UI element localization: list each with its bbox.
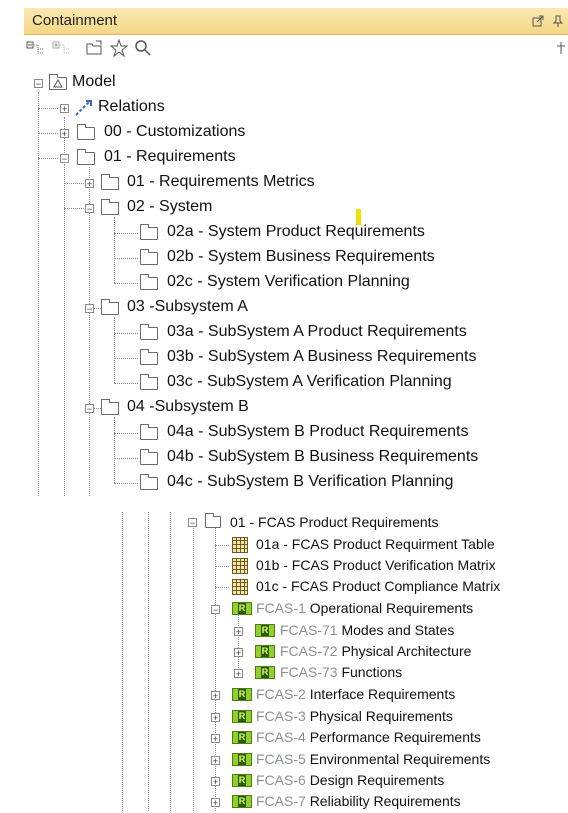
expand-toggle[interactable]: +: [234, 669, 243, 679]
expand-toggle[interactable]: +: [60, 104, 69, 114]
panel-title: Containment: [32, 12, 118, 29]
tree-label: 03 -Subsystem A: [127, 298, 248, 315]
folder-icon: [101, 299, 119, 315]
relations-icon: [74, 99, 94, 122]
tree-label: FCAS-1 Operational Requirements: [256, 600, 474, 616]
expand-toggle[interactable]: +: [211, 691, 220, 701]
requirement-icon: R: [232, 753, 252, 766]
containment-panel: Containment − Model + Relations + 00 - C…: [0, 0, 568, 496]
tree-label: 01b - FCAS Product Verification Matrix: [256, 557, 496, 573]
collapse-toggle[interactable]: −: [188, 518, 197, 528]
folder-icon: [140, 374, 158, 390]
expand-toggle[interactable]: +: [211, 798, 220, 808]
table-icon: [232, 537, 248, 553]
collapse-toggle[interactable]: −: [34, 79, 43, 89]
requirement-icon: R: [232, 688, 252, 701]
model-icon: [49, 74, 67, 90]
tree-label: Relations: [98, 98, 165, 115]
requirement-icon: R: [255, 666, 275, 679]
tree-label: FCAS-6 Design Requirements: [256, 772, 445, 788]
tree-label: 02 - System: [127, 198, 213, 215]
tree-label: 04 -Subsystem B: [127, 398, 249, 415]
table-icon: [232, 579, 248, 595]
folder-icon: [77, 124, 95, 140]
open-folder-icon[interactable]: [86, 39, 104, 57]
folder-icon: [140, 224, 158, 240]
tree-label: FCAS-7 Reliability Requirements: [256, 793, 461, 809]
panel-titlebar: Containment: [24, 8, 568, 35]
text-cursor: [356, 209, 361, 225]
collapse-toggle[interactable]: −: [211, 605, 220, 615]
undock-icon[interactable]: [532, 14, 544, 27]
expand-toggle[interactable]: +: [211, 777, 220, 787]
tree-label: FCAS-4 Performance Requirements: [256, 729, 481, 745]
folder-icon: [101, 199, 119, 215]
expand-toggle[interactable]: +: [211, 734, 220, 744]
folder-icon: [140, 324, 158, 340]
tree-label: Model: [72, 73, 116, 90]
folder-icon: [140, 274, 158, 290]
tree-label: 00 - Customizations: [104, 123, 246, 140]
tree-label: 02a - System Product Requirements: [167, 223, 425, 240]
tree-label: 02c - System Verification Planning: [167, 273, 410, 290]
requirement-icon: R: [232, 731, 252, 744]
requirement-icon: R: [232, 774, 252, 787]
expand-toggle[interactable]: +: [85, 179, 94, 189]
folder-icon: [140, 424, 158, 440]
tree-label: 01 - Requirements: [104, 148, 236, 165]
expand-toggle[interactable]: +: [60, 129, 69, 139]
collapse-all-icon[interactable]: [26, 39, 44, 57]
tree-label: 03c - SubSystem A Verification Planning: [167, 373, 452, 390]
tree-label: 02b - System Business Requirements: [167, 248, 435, 265]
tree-label: 04c - SubSystem B Verification Planning: [167, 473, 454, 490]
folder-icon: [140, 249, 158, 265]
tree-label: 01 - FCAS Product Requirements: [230, 514, 439, 530]
expand-toggle[interactable]: +: [234, 627, 243, 637]
folder-icon: [205, 513, 221, 528]
folder-icon: [140, 474, 158, 490]
tree-label: 04b - SubSystem B Business Requirements: [167, 448, 479, 465]
requirement-icon: R: [232, 710, 252, 723]
tree-label: 01a - FCAS Product Requirment Table: [256, 536, 495, 552]
expand-toggle[interactable]: +: [234, 648, 243, 658]
search-icon[interactable]: [134, 39, 152, 57]
collapse-toggle[interactable]: −: [85, 404, 94, 414]
table-icon: [232, 558, 248, 574]
tree-label: 01 - Requirements Metrics: [127, 173, 315, 190]
tree-label: FCAS-73 Functions: [280, 664, 403, 680]
tree-toolbar: [24, 35, 568, 61]
requirement-icon: R: [255, 624, 275, 637]
expand-all-icon[interactable]: [52, 39, 70, 57]
pin-icon[interactable]: [552, 14, 564, 27]
star-icon[interactable]: [109, 38, 129, 58]
collapse-toggle[interactable]: −: [60, 154, 69, 164]
folder-icon: [77, 149, 95, 165]
tree-label: 01c - FCAS Product Compliance Matrix: [256, 578, 501, 594]
tree-label: FCAS-2 Interface Requirements: [256, 686, 456, 702]
tree-label: 04a - SubSystem B Product Requirements: [167, 423, 469, 440]
tree-label: 03a - SubSystem A Product Requirements: [167, 323, 467, 340]
tree-label: 03b - SubSystem A Business Requirements: [167, 348, 477, 365]
tree-label: FCAS-3 Physical Requirements: [256, 708, 453, 724]
requirement-icon: R: [255, 645, 275, 658]
tree-label: FCAS-5 Environmental Requirements: [256, 751, 491, 767]
folder-icon: [101, 174, 119, 190]
requirement-icon: R: [232, 795, 252, 808]
expand-toggle[interactable]: +: [211, 756, 220, 766]
collapse-toggle[interactable]: −: [85, 204, 94, 214]
folder-icon: [101, 399, 119, 415]
collapse-toggle[interactable]: −: [85, 304, 94, 314]
more-icon[interactable]: [552, 39, 568, 57]
tree-label: FCAS-71 Modes and States: [280, 622, 455, 638]
folder-icon: [140, 349, 158, 365]
expand-toggle[interactable]: +: [211, 713, 220, 723]
tree-label: FCAS-72 Physical Architecture: [280, 643, 472, 659]
folder-icon: [140, 449, 158, 465]
requirement-icon: R: [232, 602, 252, 615]
